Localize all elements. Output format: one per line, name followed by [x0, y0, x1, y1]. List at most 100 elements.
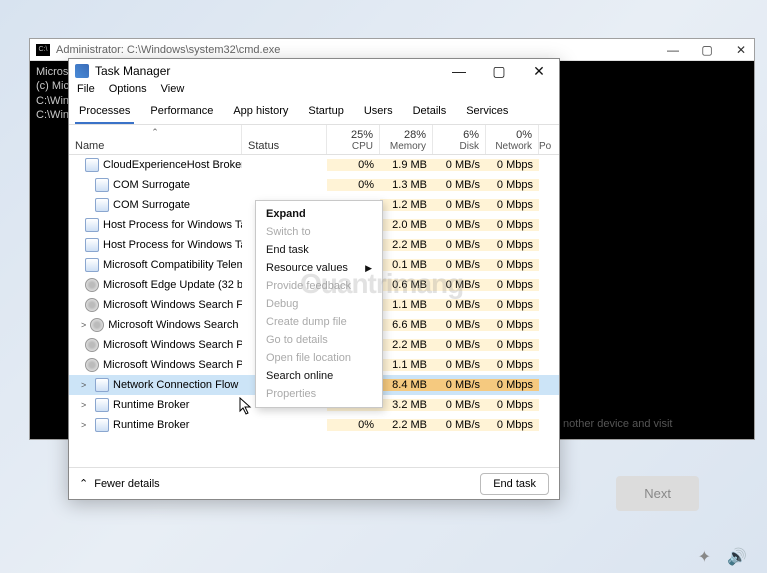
- table-row[interactable]: COM Surrogate0%1.3 MB0 MB/s0 Mbps: [69, 175, 559, 195]
- tm-max-icon[interactable]: ▢: [485, 63, 513, 80]
- expander-icon[interactable]: >: [81, 320, 86, 330]
- ctx-open-file-location: Open file location: [256, 349, 382, 367]
- cell-network: 0 Mbps: [486, 279, 539, 291]
- accessibility-icon[interactable]: ✦: [698, 547, 711, 567]
- cell-memory: 2.2 MB: [380, 419, 433, 431]
- col-name[interactable]: ⌃ Name: [69, 125, 242, 154]
- tab-performance[interactable]: Performance: [146, 103, 217, 124]
- process-icon: [85, 278, 99, 292]
- cell-cpu: 0%: [327, 179, 380, 191]
- tab-details[interactable]: Details: [409, 103, 451, 124]
- cell-network: 0 Mbps: [486, 419, 539, 431]
- tab-users[interactable]: Users: [360, 103, 397, 124]
- process-icon: [85, 218, 99, 232]
- process-name: Microsoft Windows Search Prot...: [103, 339, 242, 351]
- cell-disk: 0 MB/s: [433, 239, 486, 251]
- tab-services[interactable]: Services: [462, 103, 512, 124]
- tm-window-controls: — ▢ ✕: [445, 63, 553, 80]
- end-task-button[interactable]: End task: [480, 473, 549, 495]
- menu-options[interactable]: Options: [109, 83, 147, 103]
- process-name: Host Process for Windows Tasks: [103, 239, 242, 251]
- expander-icon[interactable]: >: [81, 420, 91, 430]
- system-tray: ✦ 🔊: [698, 547, 747, 567]
- cell-network: 0 Mbps: [486, 179, 539, 191]
- tm-titlebar[interactable]: Task Manager — ▢ ✕: [69, 59, 559, 83]
- cell-name: > Network Connection Flow: [69, 378, 242, 392]
- tm-title: Task Manager: [95, 64, 170, 78]
- expander-icon[interactable]: >: [81, 380, 91, 390]
- cell-network: 0 Mbps: [486, 219, 539, 231]
- cell-disk: 0 MB/s: [433, 279, 486, 291]
- table-row[interactable]: >Runtime Broker0%2.2 MB0 MB/s0 Mbps: [69, 415, 559, 435]
- process-icon: [90, 318, 104, 332]
- cell-name: Microsoft Edge Update (32 bit): [69, 278, 242, 292]
- cell-disk: 0 MB/s: [433, 199, 486, 211]
- fewer-details-toggle[interactable]: ⌃ Fewer details: [79, 477, 160, 490]
- tm-menubar[interactable]: File Options View: [69, 83, 559, 103]
- cell-memory: 3.2 MB: [380, 399, 433, 411]
- expander-icon[interactable]: >: [81, 400, 91, 410]
- cell-disk: 0 MB/s: [433, 399, 486, 411]
- chevron-right-icon: ▶: [365, 263, 372, 274]
- col-status[interactable]: Status: [242, 125, 327, 154]
- col-memory[interactable]: 28%Memory: [380, 125, 433, 154]
- ctx-expand[interactable]: Expand: [256, 205, 382, 223]
- menu-file[interactable]: File: [77, 83, 95, 103]
- cell-disk: 0 MB/s: [433, 419, 486, 431]
- cmd-min-icon[interactable]: —: [666, 43, 680, 57]
- cell-name: > Runtime Broker: [69, 418, 242, 432]
- process-name: Runtime Broker: [113, 419, 189, 431]
- cell-disk: 0 MB/s: [433, 339, 486, 351]
- cell-disk: 0 MB/s: [433, 379, 486, 391]
- cell-disk: 0 MB/s: [433, 319, 486, 331]
- tab-startup[interactable]: Startup: [304, 103, 347, 124]
- process-icon: [95, 198, 109, 212]
- col-cpu[interactable]: 25%CPU: [327, 125, 380, 154]
- cell-memory: 6.6 MB: [380, 319, 433, 331]
- process-name: Runtime Broker: [113, 399, 189, 411]
- col-more[interactable]: Po: [539, 125, 553, 154]
- cell-disk: 0 MB/s: [433, 359, 486, 371]
- tm-close-icon[interactable]: ✕: [525, 63, 553, 80]
- cell-name: COM Surrogate: [69, 178, 242, 192]
- cursor-icon: [239, 397, 253, 415]
- cell-network: 0 Mbps: [486, 319, 539, 331]
- ctx-end-task[interactable]: End task: [256, 241, 382, 259]
- col-network[interactable]: 0%Network: [486, 125, 539, 154]
- process-name: Microsoft Compatibility Teleme...: [103, 259, 242, 271]
- grid-header[interactable]: ⌃ Name Status 25%CPU 28%Memory 6%Disk 0%…: [69, 125, 559, 155]
- ctx-search-online[interactable]: Search online: [256, 367, 382, 385]
- context-menu[interactable]: ExpandSwitch toEnd taskResource values▶P…: [255, 200, 383, 408]
- tm-min-icon[interactable]: —: [445, 63, 473, 80]
- cell-cpu: 0%: [327, 159, 380, 171]
- cmd-max-icon[interactable]: ▢: [700, 43, 714, 57]
- tm-tabs[interactable]: Processes Performance App history Startu…: [69, 103, 559, 125]
- cell-name: Microsoft Windows Search Prot...: [69, 338, 242, 352]
- cell-disk: 0 MB/s: [433, 179, 486, 191]
- process-icon: [85, 158, 99, 172]
- sort-caret-icon: ⌃: [151, 127, 159, 138]
- process-name: Microsoft Windows Search Filte...: [103, 299, 242, 311]
- menu-view[interactable]: View: [161, 83, 185, 103]
- cell-network: 0 Mbps: [486, 339, 539, 351]
- cell-memory: 2.0 MB: [380, 219, 433, 231]
- tab-app-history[interactable]: App history: [229, 103, 292, 124]
- col-disk[interactable]: 6%Disk: [433, 125, 486, 154]
- next-button[interactable]: Next: [616, 476, 699, 511]
- cmd-close-icon[interactable]: ✕: [734, 43, 748, 57]
- tab-processes[interactable]: Processes: [75, 103, 134, 124]
- cell-network: 0 Mbps: [486, 359, 539, 371]
- cell-memory: 1.1 MB: [380, 299, 433, 311]
- process-name: Network Connection Flow: [113, 379, 238, 391]
- cell-disk: 0 MB/s: [433, 299, 486, 311]
- cell-network: 0 Mbps: [486, 199, 539, 211]
- cell-memory: 0.1 MB: [380, 259, 433, 271]
- cmd-window-controls: — ▢ ✕: [666, 43, 748, 57]
- ctx-resource-values[interactable]: Resource values▶: [256, 259, 382, 277]
- table-row[interactable]: CloudExperienceHost Broker0%1.9 MB0 MB/s…: [69, 155, 559, 175]
- volume-icon[interactable]: 🔊: [727, 547, 747, 567]
- process-icon: [85, 338, 99, 352]
- tm-footer: ⌃ Fewer details End task: [69, 467, 559, 499]
- cell-network: 0 Mbps: [486, 159, 539, 171]
- cell-name: >Microsoft Windows Search Inde...: [69, 318, 242, 332]
